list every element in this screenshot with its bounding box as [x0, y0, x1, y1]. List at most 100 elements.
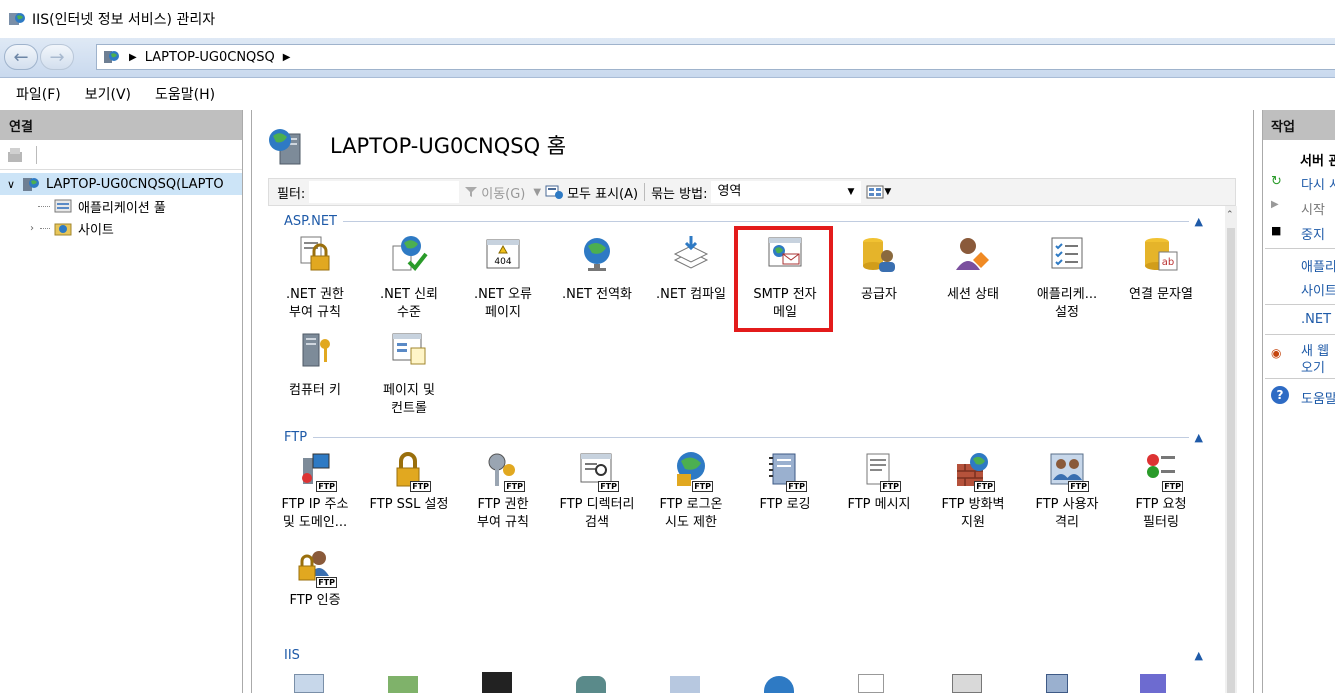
features-content: ASP.NET ▲ .NET 권한 부여 규칙 .NET 신뢰 수준 404 .… — [268, 206, 1225, 693]
go-dropdown-icon[interactable]: ▼ — [533, 187, 541, 198]
view-grid-icon — [866, 185, 884, 199]
app-pool-icon — [54, 199, 72, 213]
address-node[interactable]: LAPTOP-UG0CNQSQ — [145, 50, 275, 65]
connections-toolbar — [0, 140, 242, 170]
action-get[interactable]: 오기 — [1301, 357, 1325, 376]
feature-net-trust-levels[interactable]: .NET 신뢰 수준 — [362, 234, 456, 322]
group-by-label: 묶는 방법: — [651, 186, 708, 202]
ftp-firewall-icon: FTP — [953, 450, 995, 492]
globe-icon — [584, 238, 610, 271]
feature-ftp-logging[interactable]: FTP FTP 로깅 — [738, 450, 832, 514]
iis-feature-icon[interactable] — [1046, 674, 1068, 693]
feature-net-error-pages[interactable]: 404 .NET 오류 페이지 — [456, 234, 550, 322]
back-button[interactable]: ← — [4, 44, 38, 70]
ftp-logon-icon: FTP — [671, 450, 713, 492]
collapse-chevron-icon[interactable]: › — [30, 223, 40, 234]
help-icon: ? — [1271, 386, 1289, 404]
tree-node-label: 사이트 — [78, 222, 114, 238]
iis-feature-icon[interactable] — [764, 676, 794, 693]
show-all-button[interactable]: 모두 표시(A) — [545, 183, 638, 202]
feature-ftp-messages[interactable]: FTP FTP 메시지 — [832, 450, 926, 514]
feature-app-settings[interactable]: 애플리케... 설정 — [1020, 234, 1114, 322]
filter-divider — [644, 183, 646, 201]
menu-view[interactable]: 보기(V) — [77, 84, 139, 104]
stop-icon: ■ — [1271, 224, 1282, 237]
ftp-user-isolation-icon: FTP — [1047, 450, 1089, 492]
address-box[interactable]: ▶ LAPTOP-UG0CNQSQ ▶ — [96, 44, 1335, 70]
tree-node-label: LAPTOP-UG0CNQSQ(LAPTO — [46, 176, 224, 192]
feature-session-state[interactable]: 세션 상태 — [926, 234, 1020, 304]
iis-feature-icon[interactable] — [1140, 674, 1166, 693]
feature-machine-key[interactable]: 컴퓨터 키 — [268, 330, 362, 400]
tree-node-server[interactable]: ∨ LAPTOP-UG0CNQSQ(LAPTO — [0, 173, 242, 195]
trust-check-icon — [392, 236, 428, 272]
menu-help[interactable]: 도움말(H) — [147, 84, 223, 104]
scroll-up-icon[interactable]: ⌃ — [1226, 210, 1234, 220]
address-bar: ← → ▶ LAPTOP-UG0CNQSQ ▶ — [0, 38, 1335, 78]
iis-feature-icon[interactable] — [482, 672, 512, 693]
dropdown-arrow-icon[interactable]: ▼ — [847, 187, 854, 197]
feature-net-authorization[interactable]: .NET 권한 부여 규칙 — [268, 234, 362, 322]
expand-chevron-icon[interactable]: ∨ — [0, 178, 22, 191]
vertical-scrollbar[interactable]: ⌃ — [1225, 206, 1237, 693]
action-stop[interactable]: 중지 — [1301, 224, 1325, 243]
menu-file[interactable]: 파일(F) — [8, 84, 69, 104]
ftp-badge: FTP — [1162, 481, 1183, 492]
feature-providers[interactable]: 공급자 — [832, 234, 926, 304]
tree-node-app-pools[interactable]: 애플리케이션 풀 — [0, 195, 242, 217]
feature-ftp-authentication[interactable]: FTP FTP 인증 — [268, 546, 362, 610]
action-help[interactable]: 도움말 — [1301, 388, 1335, 407]
view-mode-button[interactable]: ▼ — [866, 185, 891, 199]
window-title: IIS(인터넷 정보 서비스) 관리자 — [32, 12, 216, 28]
iis-feature-icon[interactable] — [952, 674, 982, 693]
feature-ftp-ssl[interactable]: FTP FTP SSL 설정 — [362, 450, 456, 514]
show-all-icon — [545, 185, 564, 199]
action-start[interactable]: 시작 — [1301, 199, 1325, 218]
forward-button[interactable]: → — [40, 44, 74, 70]
action-restart[interactable]: 다시 시 — [1301, 174, 1335, 193]
connection-string-icon: ab — [1145, 238, 1178, 271]
group-header-ftp[interactable]: FTP ▲ — [268, 428, 1203, 446]
scrollbar-thumb[interactable] — [1227, 228, 1235, 693]
ftp-badge: FTP — [880, 481, 901, 492]
feature-ftp-user-isolation[interactable]: FTP FTP 사용자 격리 — [1020, 450, 1114, 532]
action-net[interactable]: .NET — [1301, 312, 1331, 327]
feature-ftp-authorization-rules[interactable]: FTP FTP 권한 부여 규칙 — [456, 450, 550, 532]
feature-pages-controls[interactable]: 페이지 및 컨트롤 — [362, 330, 456, 418]
server-globe-icon — [104, 51, 119, 63]
feature-ftp-request-filtering[interactable]: FTP FTP 요청 필터링 — [1114, 450, 1208, 532]
iis-feature-icon[interactable] — [858, 674, 884, 693]
group-header-iis[interactable]: IIS ▲ — [268, 646, 1203, 664]
connect-icon[interactable] — [6, 146, 26, 164]
pages-controls-icon — [392, 333, 426, 365]
group-by-select[interactable]: 영역 — [711, 181, 862, 203]
feature-connection-strings[interactable]: ab 연결 문자열 — [1114, 234, 1208, 304]
iis-feature-icon[interactable] — [576, 676, 606, 693]
sites-folder-icon — [54, 223, 72, 236]
feature-ftp-firewall[interactable]: FTP FTP 방화벽 지원 — [926, 450, 1020, 532]
filter-input[interactable] — [309, 181, 460, 203]
chevron-right-icon[interactable]: ▶ — [283, 52, 291, 63]
collapse-group-icon[interactable]: ▲ — [1195, 215, 1203, 228]
feature-net-compilation[interactable]: .NET 컴파일 — [644, 234, 738, 304]
feature-net-globalization[interactable]: .NET 전역화 — [550, 234, 644, 304]
action-app-pools[interactable]: 애플리 — [1301, 256, 1335, 275]
iis-feature-icon[interactable] — [670, 676, 700, 693]
iis-feature-icon[interactable] — [388, 676, 418, 693]
go-button[interactable]: 이동(G) — [464, 183, 525, 202]
tree-node-sites[interactable]: › 사이트 — [0, 217, 242, 239]
feature-ftp-ip-domain[interactable]: FTP FTP IP 주소 및 도메인... — [268, 450, 362, 532]
ftp-badge: FTP — [598, 481, 619, 492]
ftp-badge: FTP — [1068, 481, 1089, 492]
ftp-badge: FTP — [504, 481, 525, 492]
action-sites[interactable]: 사이트 — [1301, 280, 1335, 299]
feature-ftp-directory-browsing[interactable]: FTP FTP 디렉터리 검색 — [550, 450, 644, 532]
collapse-group-icon[interactable]: ▲ — [1195, 649, 1203, 662]
collapse-group-icon[interactable]: ▲ — [1195, 431, 1203, 444]
chevron-right-icon: ▶ — [129, 51, 137, 63]
iis-feature-icon[interactable] — [294, 674, 324, 693]
ftp-badge: FTP — [786, 481, 807, 492]
tree-line — [38, 205, 50, 207]
feature-ftp-logon-attempts[interactable]: FTP FTP 로그온 시도 제한 — [644, 450, 738, 532]
funnel-icon — [465, 187, 478, 197]
